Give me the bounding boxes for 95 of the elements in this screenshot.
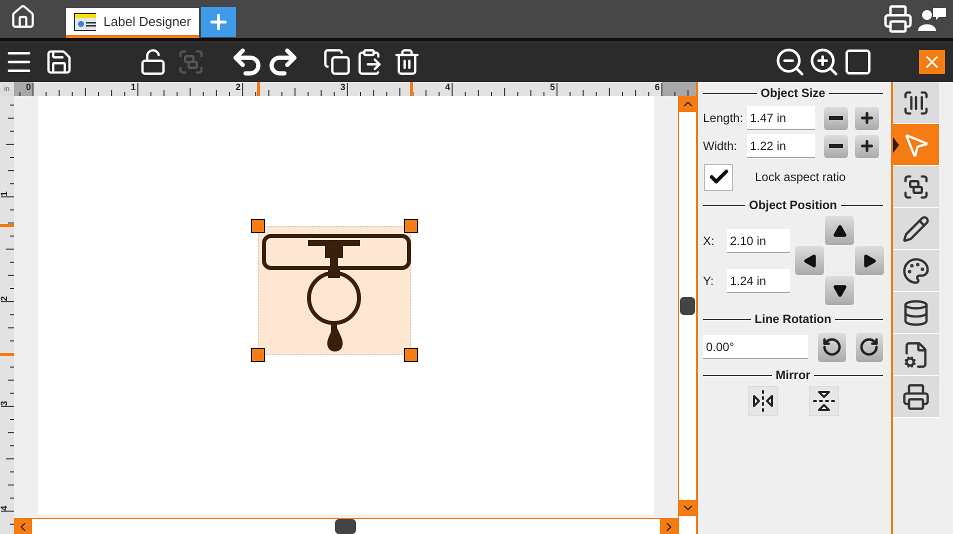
plus-icon (859, 110, 875, 126)
side-tab[interactable] (893, 208, 939, 250)
document-tab[interactable]: Label Designer (66, 8, 199, 38)
ruler-marker (410, 82, 413, 96)
decrease-button[interactable] (824, 106, 848, 130)
user-chat-icon (917, 6, 947, 32)
side-tab[interactable] (893, 82, 939, 124)
copy-button[interactable] (322, 46, 352, 76)
ruler-number: 2 (235, 82, 240, 92)
home-icon (10, 4, 36, 30)
barcode-icon (902, 88, 930, 116)
minus-icon (829, 116, 843, 120)
move-left-button[interactable] (795, 246, 824, 275)
field-label: Width: (703, 139, 738, 153)
ruler-number: 3 (340, 82, 346, 92)
flip-vertical-icon (812, 389, 836, 413)
rotate-right-icon (859, 337, 880, 357)
move-down-button[interactable] (825, 276, 854, 305)
side-tab[interactable] (893, 334, 939, 376)
pencil-icon (902, 214, 930, 242)
section-title: Object Size (760, 86, 826, 100)
printer-button[interactable] (881, 4, 915, 34)
scroll-right-button[interactable] (660, 519, 678, 534)
y-field[interactable]: 1.24 in (727, 269, 790, 293)
rotate-left-icon (822, 337, 842, 357)
label-icon (74, 12, 96, 30)
scroll-up-button[interactable] (679, 96, 696, 112)
side-tab[interactable] (893, 250, 939, 292)
ruler-number: 6 (654, 82, 660, 92)
copy-icon (323, 48, 351, 76)
increase-button[interactable] (855, 134, 879, 158)
rotate-right-button[interactable] (856, 332, 883, 362)
open-padlock-icon (139, 48, 167, 76)
length-field[interactable]: 1.47 in (747, 106, 815, 130)
side-tab[interactable] (893, 166, 939, 208)
ruler-number: 1 (130, 82, 136, 92)
scroll-thumb[interactable] (680, 297, 695, 315)
field-label: Length: (703, 111, 744, 125)
side-tab[interactable] (893, 376, 939, 418)
lock-aspect-checkbox[interactable] (704, 164, 733, 190)
move-right-button[interactable] (855, 246, 884, 275)
flip-horizontal-icon (750, 389, 774, 413)
checkbox-label: Lock aspect ratio (755, 170, 846, 184)
field-label: Y: (703, 274, 715, 288)
move-up-button[interactable] (825, 216, 854, 245)
ruler-number: 0 (26, 82, 31, 92)
resize-handle[interactable] (250, 348, 265, 362)
square-icon (843, 46, 873, 76)
rotation-field[interactable]: 0.00° (703, 335, 808, 359)
triangle-left-icon (802, 254, 816, 268)
ruler-number: 5 (550, 82, 555, 92)
ruler-margin (14, 82, 33, 96)
x-field[interactable]: 2.10 in (727, 229, 790, 253)
faucet-graphic[interactable] (258, 226, 411, 355)
minus-icon (829, 144, 843, 148)
zoom-out-icon (774, 46, 806, 78)
add-tab-button[interactable] (201, 7, 236, 37)
mirror-horizontal-button[interactable] (748, 386, 778, 416)
plus-icon (859, 138, 875, 154)
ruler-number: 3 (0, 400, 9, 406)
ruler-number: 2 (0, 296, 9, 302)
zoom-in-icon (808, 46, 840, 78)
triangle-up-icon (832, 224, 846, 238)
resize-handle[interactable] (404, 219, 418, 233)
section-title: Object Position (749, 198, 838, 212)
ruler-number: 1 (0, 191, 9, 196)
resize-handle[interactable] (250, 219, 265, 233)
mirror-vertical-button[interactable] (808, 386, 838, 416)
decrease-button[interactable] (824, 134, 848, 158)
database-icon (902, 298, 930, 326)
increase-button[interactable] (855, 106, 879, 130)
ruler-marker (0, 353, 14, 356)
ruler-number: 4 (0, 506, 9, 511)
palette-icon (902, 256, 930, 284)
ruler-marker (256, 82, 260, 96)
group-icon (177, 48, 205, 76)
scroll-down-button[interactable] (679, 500, 696, 516)
resize-handle[interactable] (404, 348, 418, 362)
triangle-down-icon (832, 284, 846, 298)
printer-icon (902, 382, 930, 410)
section-title: Mirror (776, 368, 810, 382)
side-tab[interactable] (893, 292, 939, 334)
rotate-left-button[interactable] (818, 332, 846, 362)
field-label: X: (703, 234, 716, 248)
section-title: Line Rotation (754, 312, 832, 326)
width-field[interactable]: 1.22 in (747, 134, 815, 158)
trash-icon (393, 48, 421, 76)
printer-icon (883, 4, 913, 34)
scroll-left-button[interactable] (14, 519, 32, 534)
ruler-number: 4 (444, 82, 450, 92)
side-tab[interactable] (893, 124, 939, 166)
triangle-right-icon (862, 254, 876, 268)
close-button[interactable] (919, 50, 945, 74)
ruler-marker (0, 224, 14, 227)
scroll-thumb[interactable] (335, 519, 356, 534)
